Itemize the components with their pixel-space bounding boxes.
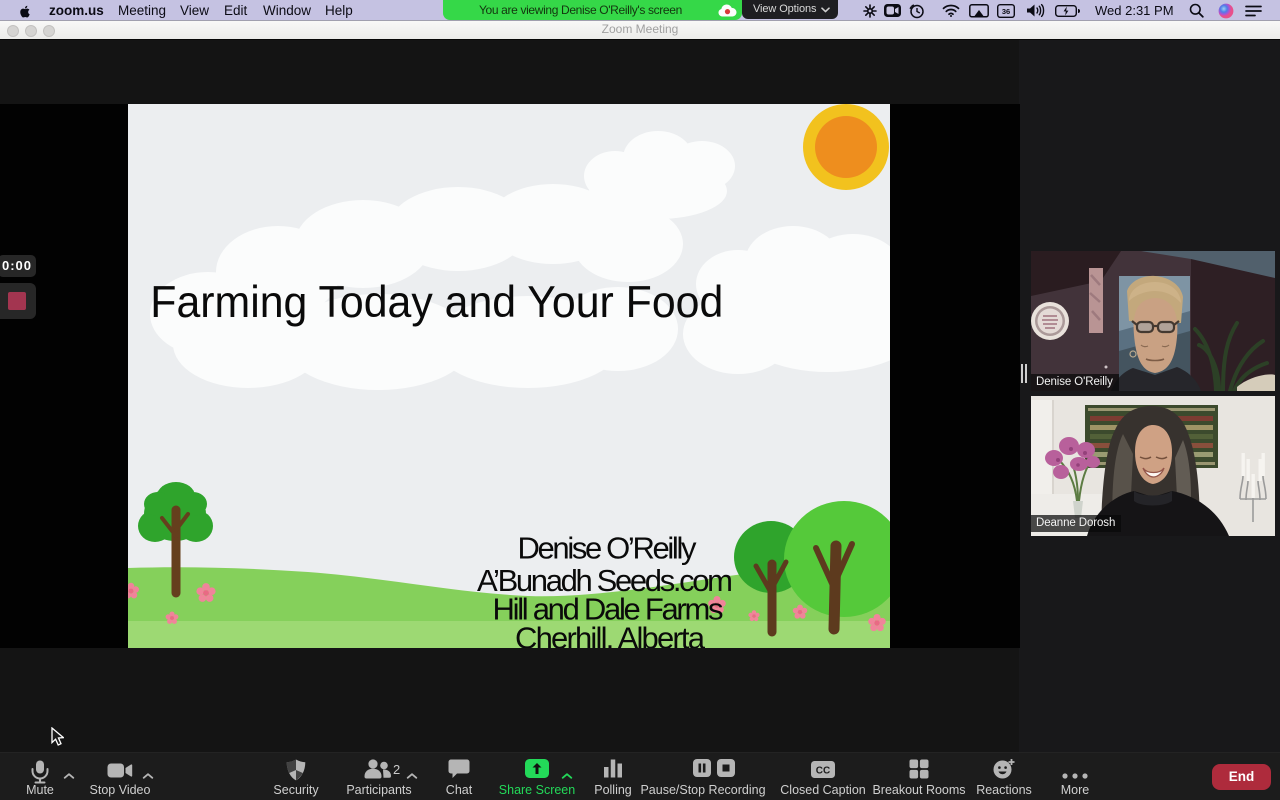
svg-text:Farming Today and Your Food: Farming Today and Your Food bbox=[150, 278, 723, 327]
svg-text:CC: CC bbox=[816, 766, 830, 777]
svg-text:36: 36 bbox=[1002, 7, 1010, 16]
svg-text:Cherhill, Alberta: Cherhill, Alberta bbox=[515, 621, 706, 649]
svg-text:Denise O’Reilly: Denise O’Reilly bbox=[518, 530, 698, 565]
